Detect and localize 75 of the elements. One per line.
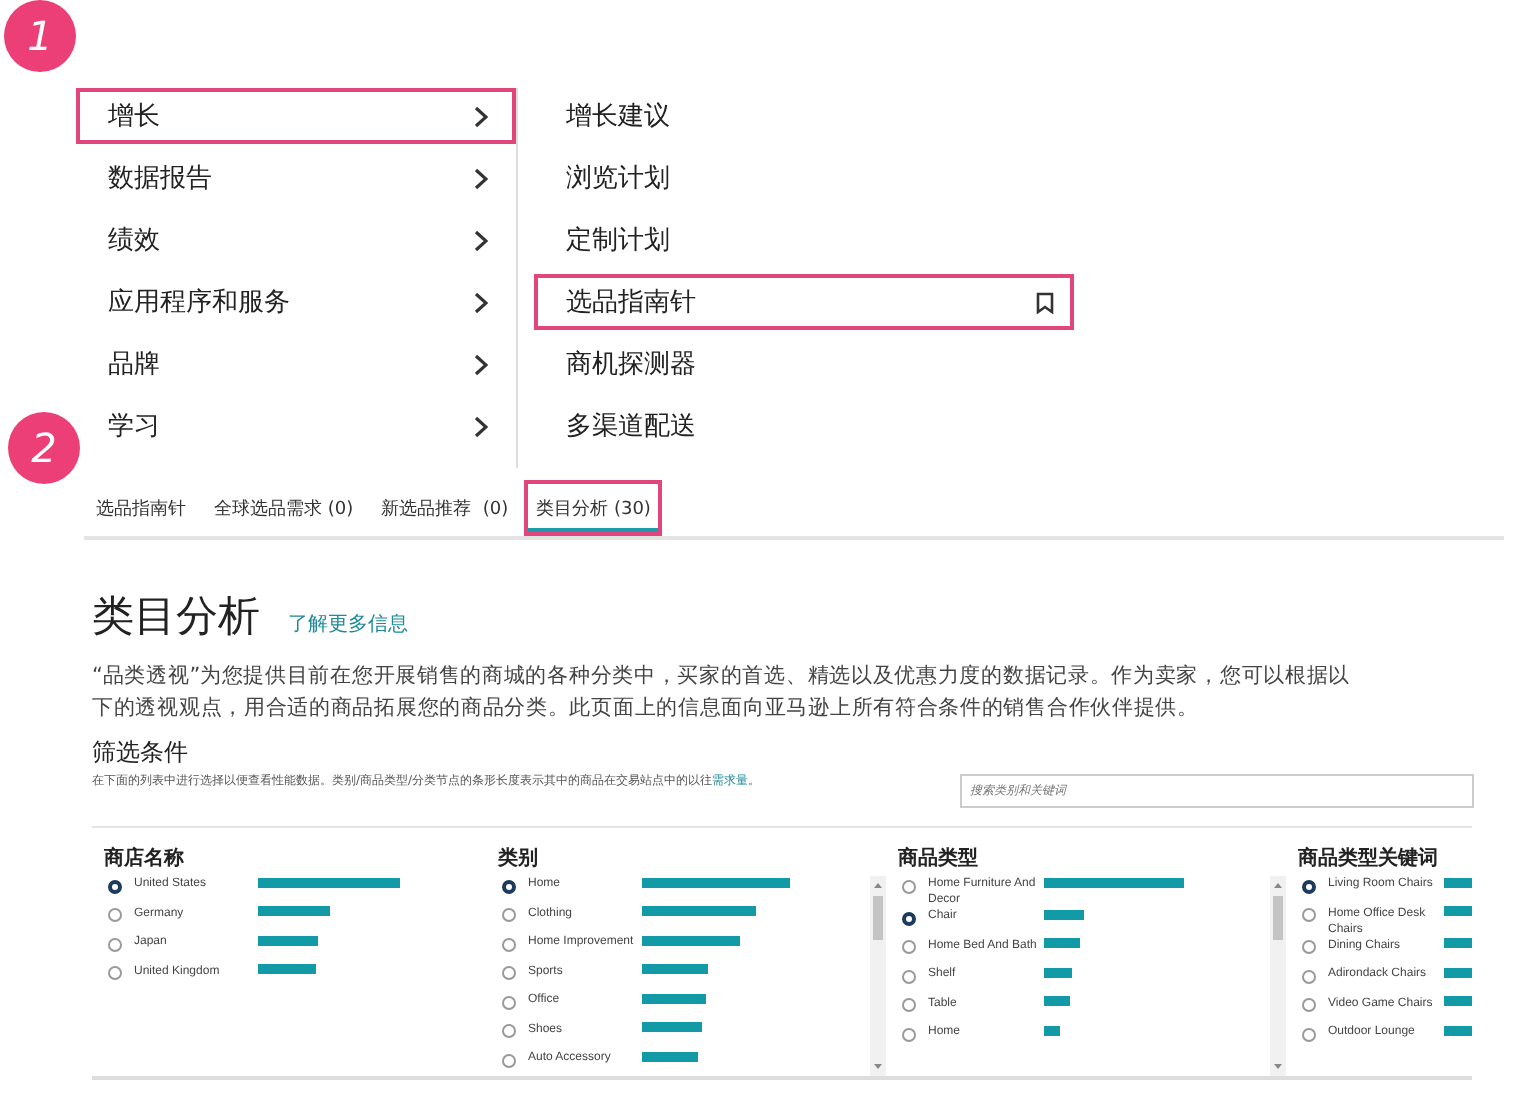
radio-button[interactable] [1302,879,1316,893]
radio-button[interactable] [502,1024,516,1038]
demand-bar [642,993,706,1003]
tab[interactable]: 选品指南针 [84,480,198,536]
radio-button[interactable] [902,969,916,983]
radio-button[interactable] [108,937,122,951]
radio-button[interactable] [108,908,122,922]
radio-button[interactable] [502,1053,516,1067]
radio-button[interactable] [108,966,122,980]
radio-button[interactable] [1302,969,1316,983]
submenu-item[interactable]: 浏览计划 [534,150,1074,206]
learn-more-link[interactable]: 了解更多信息 [288,610,408,638]
radio-button[interactable] [502,908,516,922]
radio-button[interactable] [108,879,122,893]
demand-bar [1444,1025,1472,1035]
demand-bar [258,906,330,916]
menu-item[interactable]: 品牌 [76,336,516,392]
chevron-right-icon [474,415,488,437]
demand-bar [1044,938,1080,948]
column-header: 类别 [498,845,540,874]
demand-bar [1444,967,1472,977]
demand-bar [1044,967,1072,977]
chevron-right-icon [474,229,488,251]
radio-button[interactable] [902,879,916,893]
demand-bar [642,1051,698,1061]
menu-item[interactable]: 数据报告 [76,150,516,206]
submenu-item[interactable]: 商机探测器 [534,336,1074,392]
radio-button[interactable] [902,998,916,1012]
submenu-item[interactable]: 多渠道配送 [534,398,1074,454]
filter-title: 筛选条件 [92,736,190,770]
tab[interactable]: 新选品推荐 (0) [369,480,521,536]
demand-bar [642,906,756,916]
column-header: 商品类型关键词 [1298,844,1440,874]
submenu-item[interactable]: 选品指南针 [534,274,1074,330]
demand-bar [642,964,708,974]
demand-bar [1044,996,1070,1006]
radio-button[interactable] [902,1027,916,1041]
radio-button[interactable] [902,911,916,925]
tab[interactable]: 全球选品需求 (0) [202,480,366,536]
chevron-right-icon [474,291,488,313]
demand-bar [258,877,400,887]
menu-item[interactable]: 学习 [76,398,516,454]
column-header: 商品类型 [898,844,980,874]
submenu-item[interactable]: 定制计划 [534,212,1074,268]
menu-item[interactable]: 应用程序和服务 [76,274,516,330]
chevron-right-icon [474,353,488,375]
radio-button[interactable] [502,879,516,893]
step-number-badge: 1 [4,0,76,72]
page-title: 类目分析 [92,590,260,644]
menu-item[interactable]: 绩效 [76,212,516,268]
radio-button[interactable] [902,940,916,954]
demand-bar [258,964,316,974]
menu-item[interactable]: 增长 [76,88,516,144]
demand-bar [642,935,740,945]
demand-bar [1044,909,1084,919]
demand-bar [642,1022,702,1032]
step-number-badge: 2 [8,412,80,484]
radio-button[interactable] [502,966,516,980]
column-header: 商店名称 [104,844,186,874]
radio-button[interactable] [1302,940,1316,954]
page-description: “品类透视”为您提供目前在您开展销售的商城的各种分类中，买家的首选、精选以及优惠力度的数据记录。作为卖家，您可以根据以下的透视观点，用合适的商品拓展您的商品分类。此页面上的信息面向亚马逊上所有符合条件的销售合作伙伴提供。 [92,662,1352,724]
radio-button[interactable] [1302,998,1316,1012]
bookmark-icon [1036,291,1054,313]
demand-bar [1044,1025,1060,1035]
radio-button[interactable] [1302,908,1316,922]
demand-bar [258,935,318,945]
radio-button[interactable] [502,995,516,1009]
chevron-right-icon [474,105,488,127]
demand-bar [1044,877,1184,887]
submenu-item[interactable]: 增长建议 [534,88,1074,144]
demand-bar [1444,996,1472,1006]
tab[interactable]: 类目分析 (30) [524,480,663,536]
chevron-right-icon [474,167,488,189]
radio-button[interactable] [502,937,516,951]
radio-button[interactable] [1302,1027,1316,1041]
